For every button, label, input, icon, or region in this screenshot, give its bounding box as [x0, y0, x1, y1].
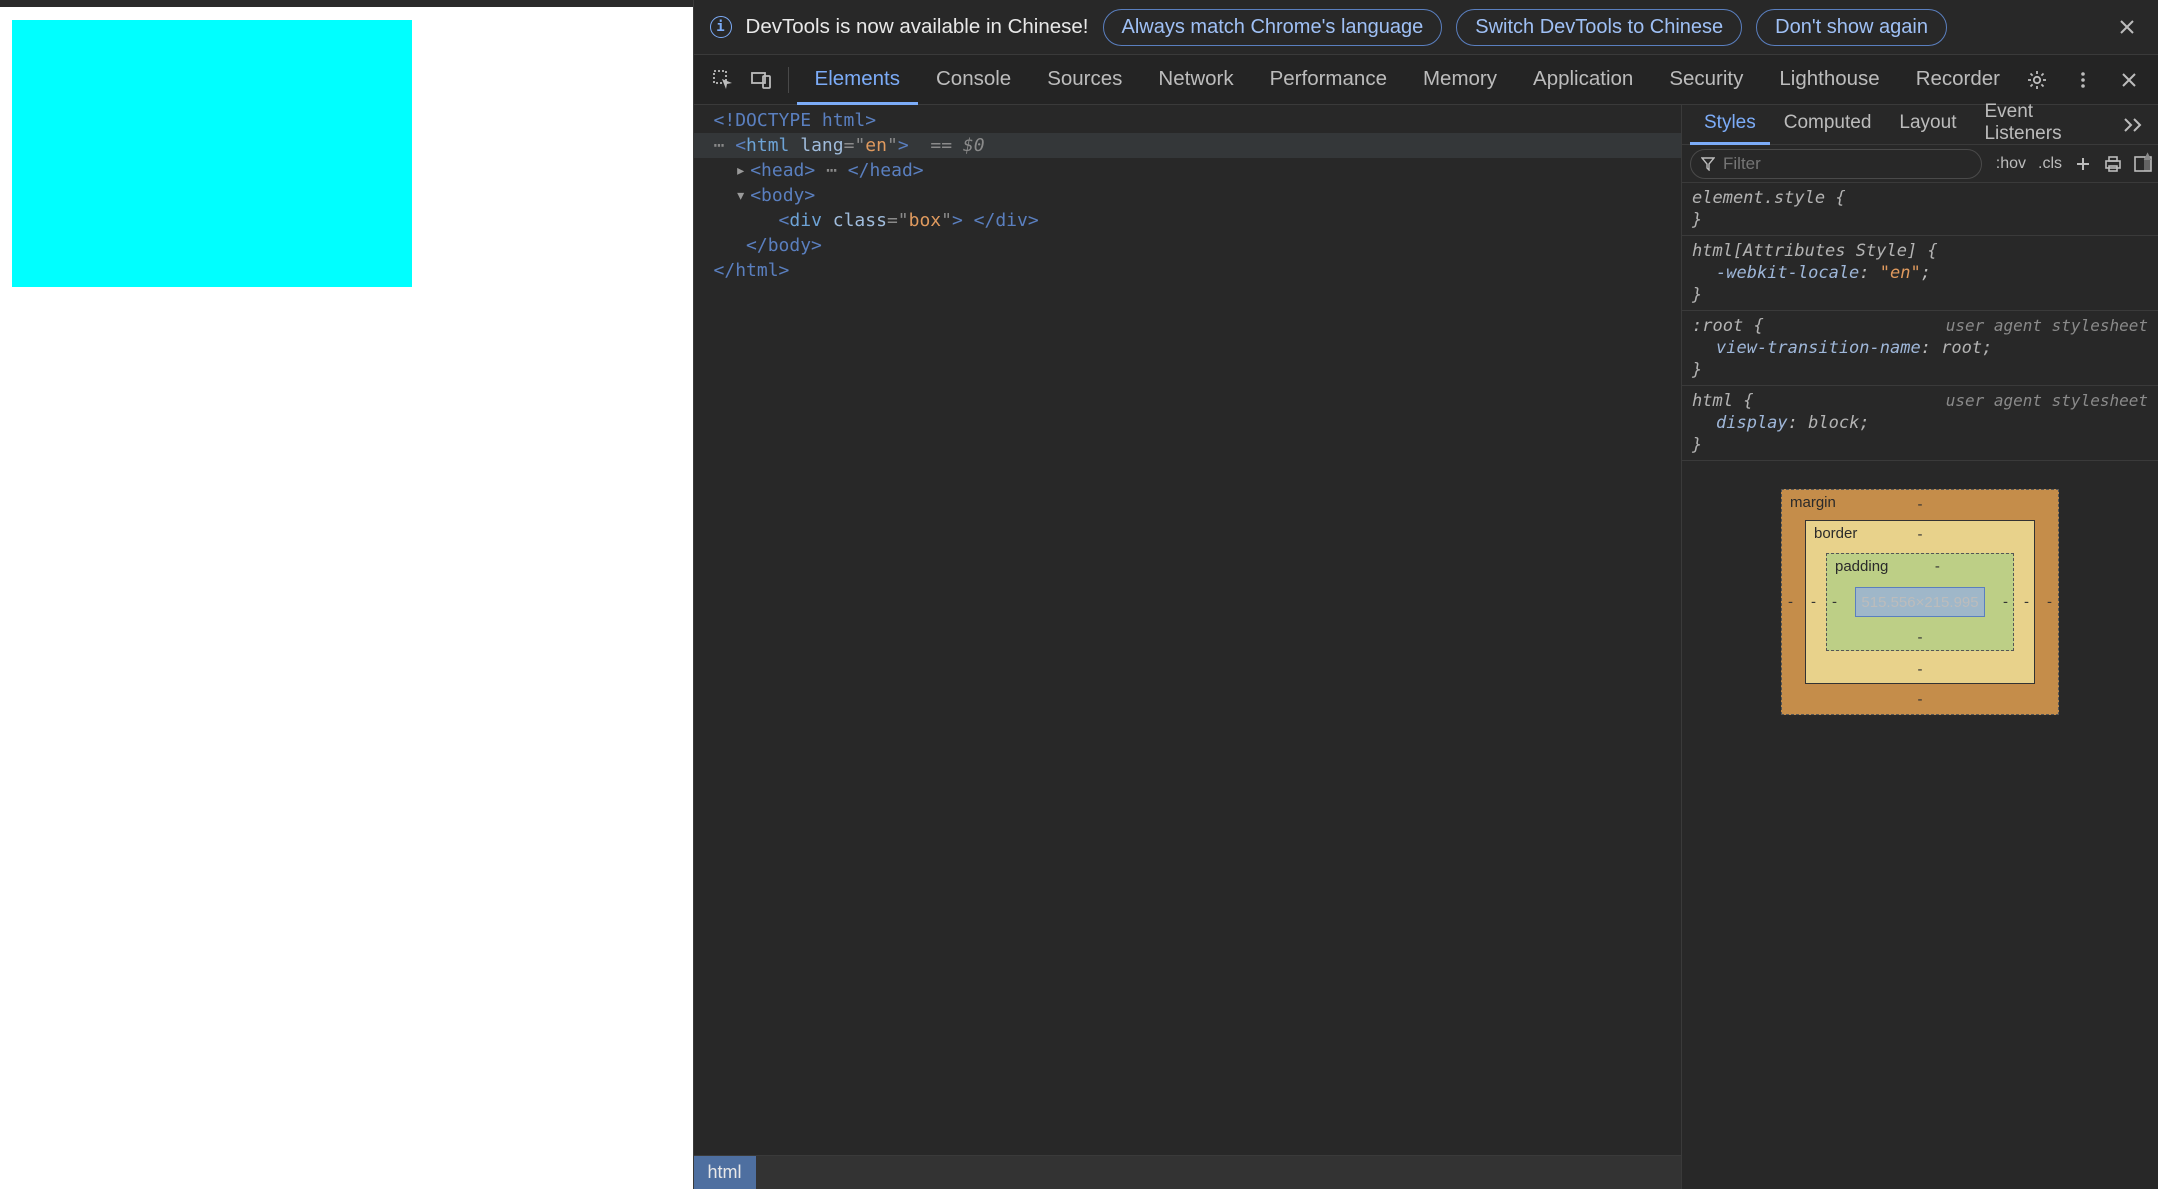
separator [788, 67, 789, 93]
tab-performance[interactable]: Performance [1252, 54, 1405, 105]
css-rule[interactable]: html[Attributes Style] { -webkit-locale:… [1682, 236, 2158, 311]
box-model-border[interactable]: border - - - - padding - - - [1805, 520, 2035, 684]
dismiss-infobar-button[interactable]: Don't show again [1756, 9, 1947, 46]
plus-icon[interactable] [2068, 156, 2098, 172]
dom-html-close[interactable]: </html> [694, 258, 1681, 283]
infobar-message: DevTools is now available in Chinese! [746, 15, 1089, 39]
dom-tree[interactable]: <!DOCTYPE html> ⋯ <html lang="en"> == $0… [694, 105, 1681, 1155]
funnel-icon [1701, 157, 1715, 171]
tab-console[interactable]: Console [918, 54, 1029, 105]
tab-elements[interactable]: Elements [797, 54, 918, 105]
tab-sources[interactable]: Sources [1029, 54, 1140, 105]
breadcrumb-html[interactable]: html [694, 1156, 756, 1189]
rendered-page-pane [0, 0, 693, 1189]
box-model-content[interactable]: 515.556×215.995 [1855, 587, 1985, 617]
styles-sidebar-tabs: Styles Computed Layout Event Listeners [1682, 105, 2158, 145]
info-icon: i [710, 16, 732, 38]
css-rule[interactable]: element.style { } [1682, 183, 2158, 236]
css-rule[interactable]: :root {user agent stylesheet view-transi… [1682, 311, 2158, 386]
device-toolbar-icon[interactable] [742, 61, 780, 99]
styles-sidebar: Styles Computed Layout Event Listeners :… [1682, 105, 2158, 1189]
cls-toggle[interactable]: .cls [2032, 151, 2068, 177]
devtools-panel: i DevTools is now available in Chinese! … [693, 0, 2158, 1189]
dom-body-close[interactable]: </body> [694, 233, 1681, 258]
hov-toggle[interactable]: :hov [1990, 151, 2032, 177]
dom-head[interactable]: ▸<head> ⋯ </head> [694, 158, 1681, 183]
devtools-infobar: i DevTools is now available in Chinese! … [694, 0, 2158, 55]
box-model-padding[interactable]: padding - - - - 515.556×215.995 [1826, 553, 2014, 651]
switch-language-button[interactable]: Switch DevTools to Chinese [1456, 9, 1742, 46]
filter-input[interactable] [1723, 154, 1971, 174]
sidebar-tab-styles[interactable]: Styles [1690, 104, 1770, 145]
styles-filterbar: :hov .cls [1682, 145, 2158, 183]
sidebar-tab-layout[interactable]: Layout [1885, 104, 1970, 145]
elements-dom-panel: <!DOCTYPE html> ⋯ <html lang="en"> == $0… [694, 105, 1682, 1189]
filter-input-wrap[interactable] [1690, 149, 1982, 179]
dom-html-open[interactable]: ⋯ <html lang="en"> == $0 [694, 133, 1681, 158]
css-rule[interactable]: html {user agent stylesheet display: blo… [1682, 386, 2158, 461]
inspect-element-icon[interactable] [704, 61, 742, 99]
page-box-element [12, 20, 412, 287]
tab-application[interactable]: Application [1515, 54, 1651, 105]
scroll-up-icon[interactable]: ▲ [2141, 148, 2154, 163]
breadcrumb: html [694, 1155, 1681, 1189]
print-media-icon[interactable] [2098, 156, 2128, 172]
match-language-button[interactable]: Always match Chrome's language [1103, 9, 1443, 46]
css-rules-list: element.style { } html[Attributes Style]… [1682, 183, 2158, 461]
dom-div[interactable]: <div class="box"> </div> [694, 208, 1681, 233]
tab-lighthouse[interactable]: Lighthouse [1761, 54, 1897, 105]
sidebar-tab-computed[interactable]: Computed [1770, 104, 1886, 145]
close-icon[interactable] [2112, 12, 2142, 42]
tab-security[interactable]: Security [1651, 54, 1761, 105]
dom-body-open[interactable]: ▾<body> [694, 183, 1681, 208]
box-model-diagram[interactable]: margin - - - - border - - - - [1682, 461, 2158, 715]
chevron-right-icon[interactable] [2116, 113, 2150, 137]
tab-memory[interactable]: Memory [1405, 54, 1515, 105]
browser-titlebar-strip [0, 0, 693, 7]
tab-network[interactable]: Network [1140, 54, 1251, 105]
dom-doctype[interactable]: <!DOCTYPE html> [694, 108, 1681, 133]
devtools-tabsbar: Elements Console Sources Network Perform… [694, 55, 2158, 105]
box-model-margin[interactable]: margin - - - - border - - - - [1781, 489, 2059, 715]
